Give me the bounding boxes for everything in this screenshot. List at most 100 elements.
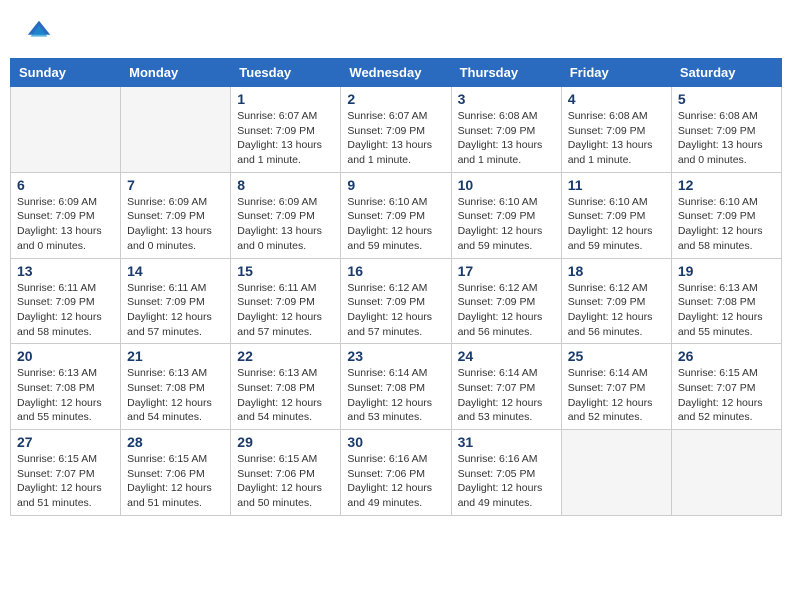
logo-icon [25,18,53,46]
calendar-cell: 23Sunrise: 6:14 AM Sunset: 7:08 PM Dayli… [341,344,451,430]
calendar-cell: 13 Sunrise: 6:11 AM Sunset: 7:09 PM Dayli… [11,258,121,344]
day-number: 21 [127,348,224,364]
logo [25,20,55,48]
day-number: 2 [347,91,444,107]
day-info: Sunrise: 6:09 AM Sunset: 7:09 PM Dayligh… [17,195,114,254]
calendar-cell: 19 Sunrise: 6:13 AM Sunset: 7:08 PM Dayli… [671,258,781,344]
day-number: 8 [237,177,334,193]
day-info: Sunrise: 6:15 AM Sunset: 7:06 PM Dayligh… [237,452,334,511]
day-info: Sunrise: 6:10 AM Sunset: 7:09 PM Dayligh… [347,195,444,254]
day-number: 25 [568,348,665,364]
day-info: Sunrise: 6:11 AM Sunset: 7:09 PM Dayligh… [237,281,334,340]
calendar-cell: 8 Sunrise: 6:09 AM Sunset: 7:09 PM Daylig… [231,172,341,258]
weekday-header-tuesday: Tuesday [231,59,341,87]
calendar-cell: 5 Sunrise: 6:08 AM Sunset: 7:09 PM Daylig… [671,87,781,173]
day-number: 30 [347,434,444,450]
calendar-week-row: 20 Sunrise: 6:13 AM Sunset: 7:08 PM Dayli… [11,344,782,430]
calendar-cell: 7Sunrise: 6:09 AM Sunset: 7:09 PM Daylig… [121,172,231,258]
calendar-week-row: 6 Sunrise: 6:09 AM Sunset: 7:09 PM Daylig… [11,172,782,258]
calendar-cell: 10Sunrise: 6:10 AM Sunset: 7:09 PM Dayli… [451,172,561,258]
day-info: Sunrise: 6:07 AM Sunset: 7:09 PM Dayligh… [347,109,444,168]
calendar-cell: 20 Sunrise: 6:13 AM Sunset: 7:08 PM Dayli… [11,344,121,430]
calendar-cell [121,87,231,173]
calendar-cell: 26 Sunrise: 6:15 AM Sunset: 7:07 PM Dayli… [671,344,781,430]
day-info: Sunrise: 6:16 AM Sunset: 7:05 PM Dayligh… [458,452,555,511]
day-number: 14 [127,263,224,279]
calendar-cell [671,430,781,516]
calendar-cell: 31 Sunrise: 6:16 AM Sunset: 7:05 PM Dayli… [451,430,561,516]
calendar-cell: 4Sunrise: 6:08 AM Sunset: 7:09 PM Daylig… [561,87,671,173]
day-number: 31 [458,434,555,450]
day-number: 12 [678,177,775,193]
calendar-week-row: 13 Sunrise: 6:11 AM Sunset: 7:09 PM Dayli… [11,258,782,344]
calendar-cell: 30 Sunrise: 6:16 AM Sunset: 7:06 PM Dayli… [341,430,451,516]
calendar-week-row: 27Sunrise: 6:15 AM Sunset: 7:07 PM Dayli… [11,430,782,516]
calendar-cell: 24 Sunrise: 6:14 AM Sunset: 7:07 PM Dayli… [451,344,561,430]
day-number: 26 [678,348,775,364]
day-info: Sunrise: 6:13 AM Sunset: 7:08 PM Dayligh… [17,366,114,425]
weekday-header-sunday: Sunday [11,59,121,87]
weekday-header-thursday: Thursday [451,59,561,87]
day-number: 20 [17,348,114,364]
day-number: 13 [17,263,114,279]
day-info: Sunrise: 6:12 AM Sunset: 7:09 PM Dayligh… [347,281,444,340]
calendar-cell: 22 Sunrise: 6:13 AM Sunset: 7:08 PM Dayli… [231,344,341,430]
calendar-cell: 6 Sunrise: 6:09 AM Sunset: 7:09 PM Daylig… [11,172,121,258]
day-number: 6 [17,177,114,193]
day-number: 16 [347,263,444,279]
day-number: 15 [237,263,334,279]
calendar-cell: 25 Sunrise: 6:14 AM Sunset: 7:07 PM Dayli… [561,344,671,430]
day-info: Sunrise: 6:07 AM Sunset: 7:09 PM Dayligh… [237,109,334,168]
day-number: 17 [458,263,555,279]
calendar-cell: 3 Sunrise: 6:08 AM Sunset: 7:09 PM Daylig… [451,87,561,173]
day-number: 1 [237,91,334,107]
day-info: Sunrise: 6:08 AM Sunset: 7:09 PM Dayligh… [458,109,555,168]
day-info: Sunrise: 6:13 AM Sunset: 7:08 PM Dayligh… [127,366,224,425]
calendar-cell [561,430,671,516]
weekday-header-row: SundayMondayTuesdayWednesdayThursdayFrid… [11,59,782,87]
calendar-cell: 21 Sunrise: 6:13 AM Sunset: 7:08 PM Dayli… [121,344,231,430]
day-info: Sunrise: 6:10 AM Sunset: 7:09 PM Dayligh… [678,195,775,254]
day-info: Sunrise: 6:13 AM Sunset: 7:08 PM Dayligh… [678,281,775,340]
day-number: 23 [347,348,444,364]
calendar-week-row: 1 Sunrise: 6:07 AM Sunset: 7:09 PM Daylig… [11,87,782,173]
day-number: 22 [237,348,334,364]
calendar-cell: 18Sunrise: 6:12 AM Sunset: 7:09 PM Dayli… [561,258,671,344]
day-info: Sunrise: 6:16 AM Sunset: 7:06 PM Dayligh… [347,452,444,511]
day-number: 24 [458,348,555,364]
day-info: Sunrise: 6:09 AM Sunset: 7:09 PM Dayligh… [237,195,334,254]
day-info: Sunrise: 6:11 AM Sunset: 7:09 PM Dayligh… [17,281,114,340]
calendar-cell: 29 Sunrise: 6:15 AM Sunset: 7:06 PM Dayli… [231,430,341,516]
calendar-cell: 9 Sunrise: 6:10 AM Sunset: 7:09 PM Daylig… [341,172,451,258]
calendar-cell: 17 Sunrise: 6:12 AM Sunset: 7:09 PM Dayli… [451,258,561,344]
day-number: 29 [237,434,334,450]
day-info: Sunrise: 6:12 AM Sunset: 7:09 PM Dayligh… [458,281,555,340]
weekday-header-wednesday: Wednesday [341,59,451,87]
day-number: 7 [127,177,224,193]
calendar-cell [11,87,121,173]
day-number: 18 [568,263,665,279]
day-info: Sunrise: 6:11 AM Sunset: 7:09 PM Dayligh… [127,281,224,340]
calendar-cell: 1 Sunrise: 6:07 AM Sunset: 7:09 PM Daylig… [231,87,341,173]
day-info: Sunrise: 6:15 AM Sunset: 7:07 PM Dayligh… [678,366,775,425]
day-number: 3 [458,91,555,107]
weekday-header-saturday: Saturday [671,59,781,87]
calendar-cell: 16 Sunrise: 6:12 AM Sunset: 7:09 PM Dayli… [341,258,451,344]
day-number: 4 [568,91,665,107]
calendar-cell: 12 Sunrise: 6:10 AM Sunset: 7:09 PM Dayli… [671,172,781,258]
calendar-cell: 28 Sunrise: 6:15 AM Sunset: 7:06 PM Dayli… [121,430,231,516]
day-number: 5 [678,91,775,107]
calendar-cell: 15 Sunrise: 6:11 AM Sunset: 7:09 PM Dayli… [231,258,341,344]
day-number: 11 [568,177,665,193]
day-number: 28 [127,434,224,450]
day-number: 9 [347,177,444,193]
day-info: Sunrise: 6:15 AM Sunset: 7:07 PM Dayligh… [17,452,114,511]
day-info: Sunrise: 6:14 AM Sunset: 7:07 PM Dayligh… [458,366,555,425]
calendar-cell: 11Sunrise: 6:10 AM Sunset: 7:09 PM Dayli… [561,172,671,258]
day-info: Sunrise: 6:14 AM Sunset: 7:07 PM Dayligh… [568,366,665,425]
day-info: Sunrise: 6:15 AM Sunset: 7:06 PM Dayligh… [127,452,224,511]
day-info: Sunrise: 6:08 AM Sunset: 7:09 PM Dayligh… [678,109,775,168]
day-number: 10 [458,177,555,193]
day-info: Sunrise: 6:13 AM Sunset: 7:08 PM Dayligh… [237,366,334,425]
day-number: 19 [678,263,775,279]
